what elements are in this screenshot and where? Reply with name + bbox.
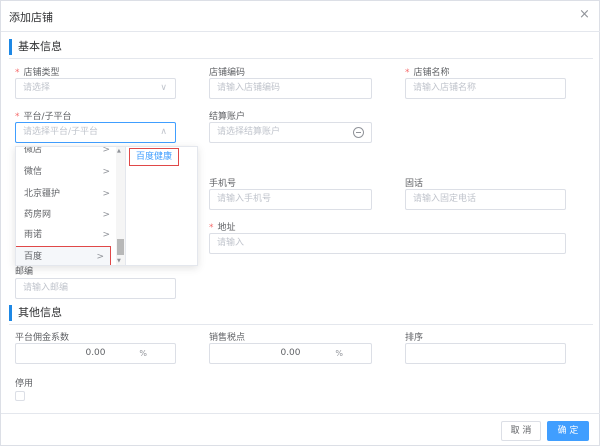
percent-suffix: %: [139, 349, 147, 358]
disabled-checkbox[interactable]: [15, 391, 25, 401]
address-label: * 地址: [209, 223, 236, 233]
shop-type-select[interactable]: 请选择 ∨: [15, 78, 176, 99]
required-mark: *: [15, 68, 20, 78]
footer-divider: [1, 413, 600, 414]
cascader-item-baidu-health[interactable]: 百度健康: [129, 148, 179, 166]
settle-account-label: 结算账户: [209, 112, 246, 122]
phone-label: 手机号: [209, 179, 237, 189]
add-shop-dialog: 添加店铺 × 基本信息 * 店铺类型 请选择 ∨ 店铺编码 请输入店铺编码 * 店铺…: [0, 0, 600, 446]
sort-label: 排序: [405, 333, 424, 343]
percent-suffix: %: [335, 349, 343, 358]
chevron-right-icon: >: [102, 189, 110, 199]
platform-cascader-input[interactable]: 请选择平台/子平台 ∧: [15, 122, 176, 143]
platform-label: * 平台/子平台: [15, 112, 72, 122]
section-divider: [9, 324, 593, 325]
disabled-label: 停用: [15, 379, 34, 389]
commission-label: 平台佣金系数: [15, 333, 70, 343]
chevron-right-icon: >: [102, 230, 110, 240]
landline-input[interactable]: 请输入固定电话: [405, 189, 566, 210]
cascader-item-yunuo[interactable]: 雨诺 >: [16, 225, 116, 246]
phone-input[interactable]: 请输入手机号: [209, 189, 372, 210]
shop-name-label: * 店铺名称: [405, 68, 450, 78]
required-mark: *: [15, 112, 20, 122]
commission-input[interactable]: 0.00 %: [15, 343, 176, 364]
confirm-button[interactable]: 确 定: [547, 421, 589, 441]
required-mark: *: [405, 68, 410, 78]
scroll-up-icon[interactable]: ▲: [117, 148, 121, 154]
shop-code-label: 店铺编码: [209, 68, 246, 78]
cascader-item-yaofangwang[interactable]: 药房网 >: [16, 205, 116, 226]
scrollbar-thumb[interactable]: [117, 239, 124, 255]
shop-code-input[interactable]: 请输入店铺编码: [209, 78, 372, 99]
cascader-level1-list: 微店 > 微信 > 北京疆护 > 药房网 > 雨诺 > 百度 > ▲ ▼: [16, 146, 126, 265]
chevron-right-icon: >: [96, 252, 104, 262]
required-mark: *: [209, 223, 214, 233]
section-other-info: 其他信息: [9, 305, 62, 321]
section-basic-info: 基本信息: [9, 39, 62, 55]
minus-circle-icon[interactable]: [353, 127, 364, 138]
section-divider: [9, 58, 593, 59]
shop-type-label: * 店铺类型: [15, 68, 60, 78]
scroll-down-icon[interactable]: ▼: [117, 258, 121, 264]
landline-label: 固话: [405, 179, 424, 189]
cascader-item-weixin[interactable]: 微信 >: [16, 162, 116, 183]
dialog-title: 添加店铺: [9, 11, 53, 24]
chevron-right-icon: >: [102, 146, 110, 155]
cascader-item-beijing[interactable]: 北京疆护 >: [16, 184, 116, 205]
address-input[interactable]: 请输入: [209, 233, 566, 254]
chevron-right-icon: >: [102, 210, 110, 220]
sort-input[interactable]: [405, 343, 566, 364]
postcode-input[interactable]: 请输入邮编: [15, 278, 176, 299]
cascader-item-weidian[interactable]: 微店 >: [16, 146, 116, 161]
chevron-up-icon: ∧: [160, 127, 167, 137]
cascader-item-baidu[interactable]: 百度 >: [16, 246, 111, 265]
chevron-right-icon: >: [102, 167, 110, 177]
shop-name-input[interactable]: 请输入店铺名称: [405, 78, 566, 99]
tax-label: 销售税点: [209, 333, 246, 343]
close-icon[interactable]: ×: [579, 7, 590, 22]
settle-account-select[interactable]: 请选择结算账户: [209, 122, 372, 143]
cancel-button[interactable]: 取 消: [501, 421, 541, 441]
header-divider: [1, 31, 600, 32]
chevron-down-icon: ∨: [160, 83, 167, 93]
tax-input[interactable]: 0.00 %: [209, 343, 372, 364]
